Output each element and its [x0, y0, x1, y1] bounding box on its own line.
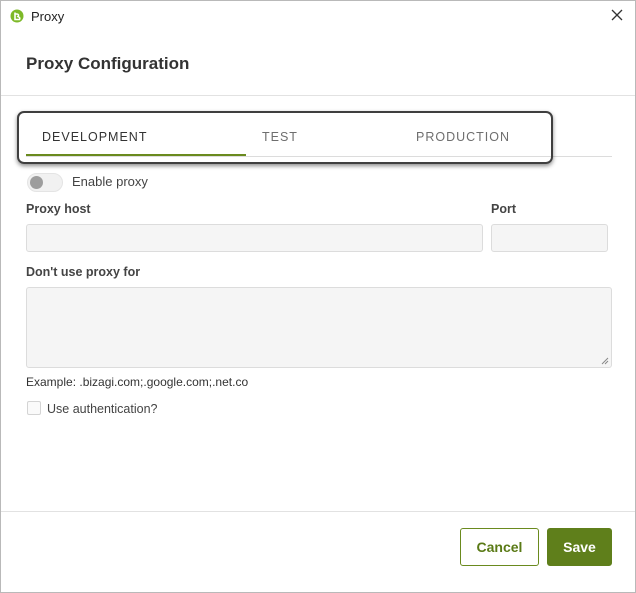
tabs-highlight-box [17, 111, 553, 164]
port-label: Port [491, 202, 516, 216]
no-proxy-textarea[interactable] [26, 287, 612, 368]
toggle-knob [30, 176, 43, 189]
header-divider [1, 95, 635, 96]
resize-grip-icon[interactable] [601, 357, 609, 365]
use-authentication-label: Use authentication? [47, 402, 158, 416]
enable-proxy-toggle[interactable] [27, 173, 63, 192]
save-button[interactable]: Save [547, 528, 612, 566]
window-title: Proxy [31, 9, 65, 24]
title-bar: Proxy [1, 1, 635, 33]
dialog-title: Proxy Configuration [26, 54, 190, 73]
proxy-dialog-window: Proxy Proxy Configuration DEVELOPMENT TE… [0, 0, 636, 593]
use-authentication-checkbox[interactable] [27, 401, 41, 415]
proxy-host-input[interactable] [26, 224, 483, 252]
close-icon[interactable] [609, 7, 625, 23]
no-proxy-example: Example: .bizagi.com;.google.com;.net.co [26, 375, 249, 389]
enable-proxy-label: Enable proxy [72, 174, 148, 189]
no-proxy-label: Don't use proxy for [26, 265, 141, 279]
cancel-button[interactable]: Cancel [460, 528, 539, 566]
proxy-host-label: Proxy host [26, 202, 91, 216]
bizagi-app-icon [10, 9, 24, 23]
port-input[interactable] [491, 224, 608, 252]
footer-divider [1, 511, 635, 512]
